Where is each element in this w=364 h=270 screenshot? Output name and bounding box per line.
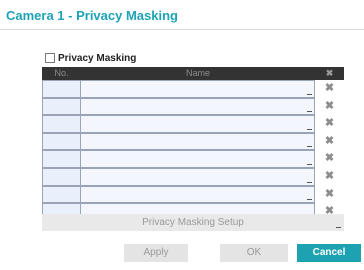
dialog-title: Camera 1 - Privacy Masking [6,8,178,23]
row-number-cell [42,115,81,133]
mask-name-input[interactable] [81,80,315,98]
mask-name-input[interactable] [81,132,315,151]
table-row: ✖ [42,185,344,204]
row-number-cell [42,97,81,116]
delete-icon[interactable]: ✖ [315,80,344,98]
row-number-cell [42,185,81,204]
delete-icon[interactable]: ✖ [315,115,344,133]
delete-icon[interactable]: ✖ [315,150,344,168]
privacy-masking-checkbox[interactable] [45,53,55,63]
text-cursor [307,93,312,95]
row-number-cell [42,150,81,168]
mask-name-input[interactable] [81,150,315,168]
privacy-masking-toggle[interactable]: Privacy Masking [45,51,136,65]
mask-name-input[interactable] [81,115,315,133]
text-cursor [307,163,312,165]
text-cursor [307,199,312,201]
row-number-cell [42,167,81,186]
setup-label: Privacy Masking Setup [142,217,244,228]
cancel-button[interactable]: Cancel [297,244,361,262]
privacy-masking-setup-button[interactable]: Privacy Masking Setup [42,214,344,231]
column-header-no: No. [54,68,69,78]
text-cursor [307,128,312,130]
row-number-cell [42,132,81,151]
text-cursor [336,227,341,228]
mask-table: No. Name ✖ ✖ ✖ ✖ ✖ ✖ ✖ ✖ ✖ [42,67,344,221]
mask-name-input[interactable] [81,97,315,116]
delete-all-icon[interactable]: ✖ [315,67,344,80]
table-row: ✖ [42,97,344,116]
delete-icon[interactable]: ✖ [315,133,344,151]
text-cursor [307,181,312,183]
table-row: ✖ [42,80,344,98]
delete-icon[interactable]: ✖ [315,168,344,186]
table-row: ✖ [42,150,344,168]
text-cursor [307,111,312,113]
mask-name-input[interactable] [81,185,315,204]
delete-icon[interactable]: ✖ [315,186,344,204]
ok-button[interactable]: OK [220,244,288,262]
apply-button[interactable]: Apply [124,244,188,262]
column-header-name: Name [185,68,210,78]
table-row: ✖ [42,132,344,151]
privacy-masking-label: Privacy Masking [58,52,137,64]
table-row: ✖ [42,115,344,133]
table-row: ✖ [42,167,344,186]
delete-icon[interactable]: ✖ [315,98,344,116]
row-number-cell [42,80,81,98]
mask-name-input[interactable] [81,167,315,186]
title-divider [0,29,364,30]
text-cursor [307,146,312,148]
privacy-masking-dialog: Camera 1 - Privacy Masking Privacy Maski… [0,0,364,270]
table-header: No. Name ✖ [42,67,344,80]
